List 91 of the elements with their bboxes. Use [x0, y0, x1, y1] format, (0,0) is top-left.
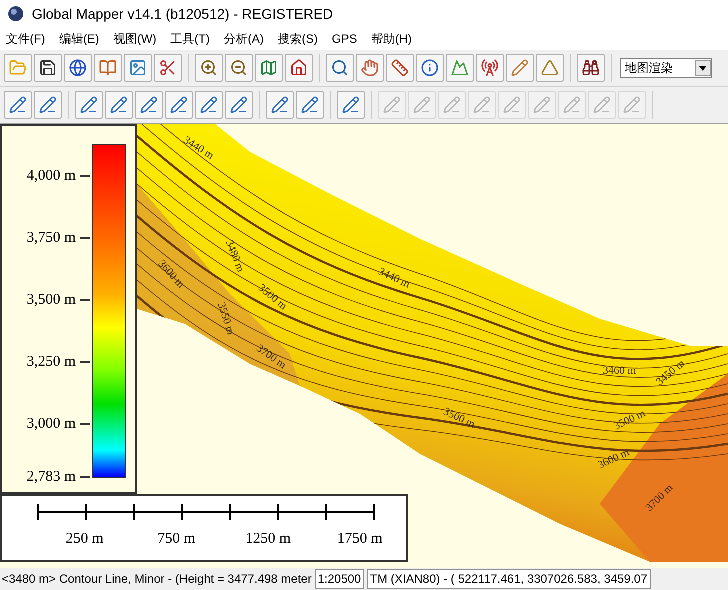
contour-label: 3500 m: [442, 406, 477, 431]
folder-icon: [9, 59, 27, 77]
toolbar-button[interactable]: [195, 54, 223, 82]
toolbar-button[interactable]: [64, 54, 92, 82]
scissors-icon: [159, 59, 177, 77]
contour-label: 3550 m: [215, 301, 237, 337]
search-icon: [331, 59, 349, 77]
contour-label: 3700 m: [254, 342, 288, 372]
menu-item[interactable]: 帮助(H): [371, 30, 412, 48]
pencil-icon: [271, 96, 289, 114]
ruler-icon: [391, 59, 409, 77]
menu-item[interactable]: 编辑(E): [59, 30, 100, 48]
pencil-icon: [170, 96, 188, 114]
pencil-icon: [533, 96, 551, 114]
legend-label: 4,000 m: [26, 166, 76, 186]
toolbar-button[interactable]: [34, 54, 62, 82]
legend-tick: [80, 476, 90, 478]
toolbar-button[interactable]: [225, 54, 253, 82]
map-icon: [260, 59, 278, 77]
scale-label: 1250 m: [246, 530, 292, 549]
legend-label: 3,250 m: [26, 352, 76, 372]
contour-label: 3440 m: [376, 266, 412, 291]
pencil-icon: [383, 96, 401, 114]
toolbar-button[interactable]: [326, 54, 354, 82]
pencil-icon: [80, 96, 98, 114]
legend-tick: [80, 175, 90, 177]
menu-item[interactable]: 文件(F): [6, 30, 46, 48]
contour-label: 3480 m: [223, 238, 247, 274]
pencil-icon: [563, 96, 581, 114]
contour-label: 3500 m: [256, 282, 290, 313]
status-feature-info: <3480 m> Contour Line, Minor - (Height = 3477.498 meter: [2, 571, 312, 588]
menu-item[interactable]: 工具(T): [170, 30, 210, 48]
contour-label: 3500 m: [612, 408, 648, 433]
scale-label: 250 m: [66, 530, 104, 549]
zoom-out-icon: [230, 59, 248, 77]
globe-icon: [69, 59, 87, 77]
contour-label: 3460 m: [603, 365, 636, 377]
pencil-icon: [623, 96, 641, 114]
save-icon: [39, 59, 57, 77]
home-icon: [290, 59, 308, 77]
mountain-icon: [451, 59, 469, 77]
info-icon: [421, 59, 439, 77]
caret-icon: [699, 66, 707, 70]
binoculars-icon: [582, 59, 600, 77]
legend-tick: [80, 237, 90, 239]
menu-item[interactable]: 搜索(S): [278, 30, 318, 48]
pencil-icon: [39, 96, 57, 114]
scale-label: 750 m: [158, 530, 196, 549]
pencil-icon: [230, 96, 248, 114]
zoom-in-icon: [200, 59, 218, 77]
legend-label: 3,000 m: [26, 414, 76, 434]
contour-label: 3600 m: [596, 446, 632, 472]
legend-label: 3,500 m: [26, 290, 76, 310]
pencil-icon: [443, 96, 461, 114]
book-icon: [99, 59, 117, 77]
pencil-icon: [593, 96, 611, 114]
scale-label: 1750 m: [337, 530, 383, 549]
window-title: Global Mapper v14.1 (b120512) - REGISTERED: [32, 4, 334, 24]
pencil-icon: [413, 96, 431, 114]
legend-tick: [80, 423, 90, 425]
toolbar-button[interactable]: [476, 54, 504, 82]
menu-item[interactable]: 视图(W): [113, 30, 157, 48]
pencil-icon: [342, 96, 360, 114]
pencil-icon: [110, 96, 128, 114]
contour-label: 3450 m: [654, 358, 688, 388]
legend-tick: [80, 361, 90, 363]
contour-label: 3440 m: [181, 134, 216, 162]
menu-item[interactable]: GPS: [332, 30, 358, 48]
toolbar-button[interactable]: [577, 54, 605, 82]
hand-icon: [361, 59, 379, 77]
pencil-icon: [9, 96, 27, 114]
pencil-icon: [503, 96, 521, 114]
pencil-icon: [511, 59, 529, 77]
image-icon: [129, 59, 147, 77]
legend-label: 3,750 m: [26, 228, 76, 248]
pencil-icon: [473, 96, 491, 114]
pencil-icon: [140, 96, 158, 114]
menu-item[interactable]: 分析(A): [224, 30, 264, 48]
toolbar-button[interactable]: [416, 54, 444, 82]
legend-tick: [80, 299, 90, 301]
map-layer-dropdown[interactable]: 地图渲染: [620, 58, 712, 78]
status-coordinates: TM (XIAN80) - ( 522117.461, 3307026.583, 3459.07: [367, 569, 651, 589]
pencil-icon: [200, 96, 218, 114]
globe-logo-icon: [8, 6, 24, 22]
status-scale: 1:20500: [314, 569, 364, 589]
tower-icon: [481, 59, 499, 77]
triangle-icon: [541, 59, 559, 77]
legend-label: 2,783 m: [26, 468, 76, 487]
pencil-icon: [301, 96, 319, 114]
toolbar-button[interactable]: [285, 54, 313, 82]
toolbar-button[interactable]: [154, 54, 182, 82]
